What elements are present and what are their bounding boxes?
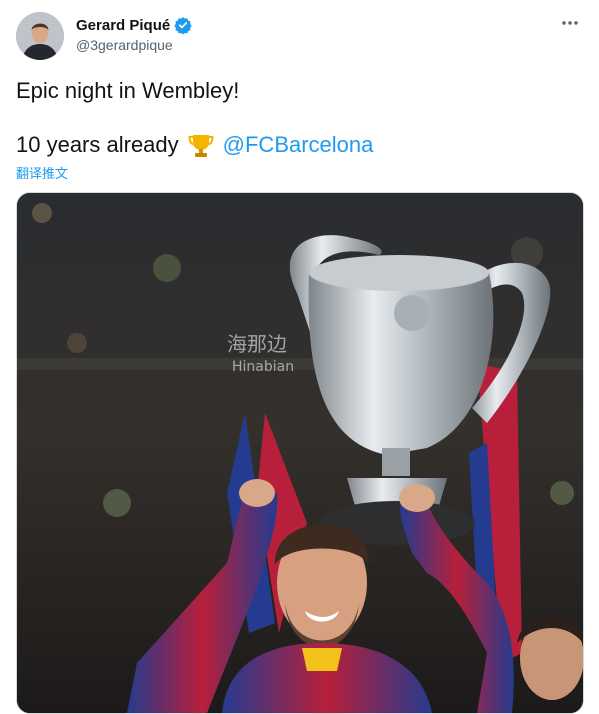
avatar[interactable]	[16, 12, 64, 60]
mention-link[interactable]: @FCBarcelona	[223, 130, 374, 159]
tweet-line-2-text: 10 years already	[16, 132, 179, 157]
more-options-icon[interactable]	[559, 12, 581, 34]
tweet-text: Epic night in Wembley! 10 years already …	[16, 76, 576, 159]
tweet-photo[interactable]: 海那边 Hinabian	[16, 192, 584, 714]
watermark-cn: 海那边	[227, 332, 287, 356]
tweet-line-1: Epic night in Wembley!	[16, 78, 240, 103]
tweet-line-2: 10 years already @FCBarcelona	[16, 130, 576, 159]
watermark-en: Hinabian	[232, 359, 294, 375]
author-handle[interactable]: @3gerardpique	[76, 37, 173, 53]
author-name[interactable]: Gerard Piqué	[76, 17, 170, 34]
verified-badge-icon	[174, 16, 192, 35]
translate-tweet-link[interactable]: 翻译推文	[16, 163, 68, 182]
author-name-row: Gerard Piqué	[76, 16, 192, 35]
trophy-icon	[187, 131, 215, 159]
tweet-header: Gerard Piqué @3gerardpique	[16, 10, 583, 60]
